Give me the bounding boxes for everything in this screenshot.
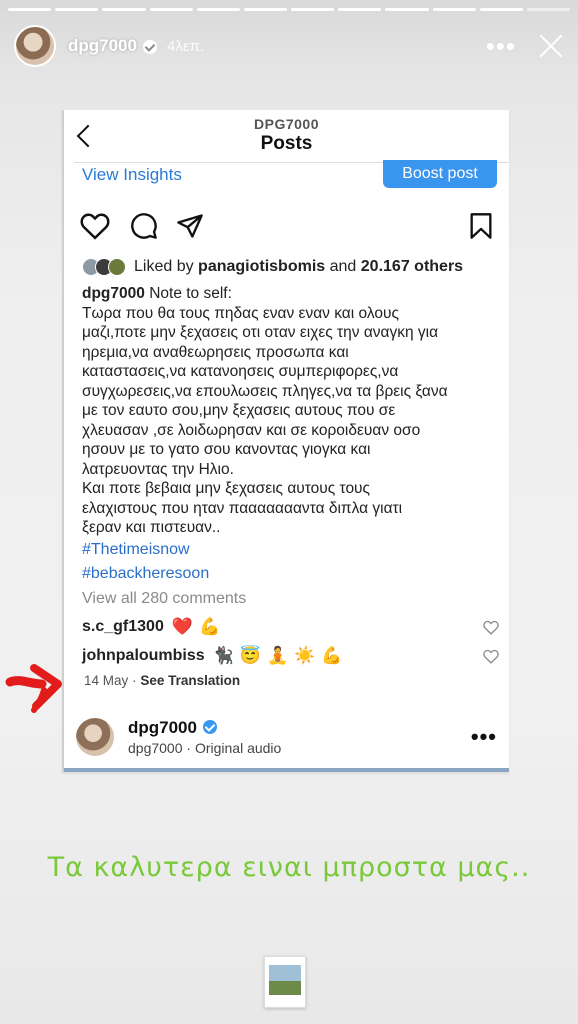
caption-line: ησουν με το γατο σου κανοντας γιογκα και — [82, 441, 371, 458]
story-text-overlay: Τα καλυτερα ειναι μπροστα μας.. — [47, 852, 531, 883]
close-icon[interactable] — [538, 33, 564, 59]
boost-post-button: Boost post — [383, 160, 497, 188]
story-header: dpg7000 4λεπ. ••• — [14, 24, 564, 68]
post-header: DPG7000 Posts — [64, 110, 509, 164]
progress-segment — [479, 8, 523, 11]
story-progress-bar — [8, 8, 571, 11]
progress-segment — [149, 8, 193, 11]
story-username[interactable]: dpg7000 — [68, 36, 137, 56]
post-meta-row: 14 May · See Translation — [84, 673, 240, 688]
likes-count: 20.167 others — [360, 258, 464, 275]
comment-emoji: 💪 — [199, 617, 221, 636]
caption-line: ηρεμια,να αναθεωρησεις προσωπα και — [82, 343, 349, 361]
see-translation-link: See Translation — [140, 673, 241, 688]
caption-line: συγχωρεσεις,να επουλωσεις πληγες,να τα β… — [82, 382, 448, 400]
comment-emoji: 💪 — [321, 646, 343, 665]
progress-segment — [432, 8, 476, 11]
caption-username: dpg7000 — [82, 285, 145, 302]
likes-prefix: Liked by — [134, 258, 194, 275]
story-actions: ••• — [486, 33, 564, 59]
post-screenshot: DPG7000 Posts View Insights Boost post L… — [62, 110, 509, 772]
likes-user: panagiotisbomis — [198, 258, 326, 275]
progress-segment — [526, 8, 571, 11]
progress-segment — [55, 8, 99, 11]
comment-like-heart-icon — [483, 649, 499, 664]
caption-line: Τωρα που θα τους πηδας εναν εναν και ολο… — [82, 304, 399, 322]
send-icon — [177, 214, 203, 238]
story-timestamp: 4λεπ. — [166, 37, 205, 55]
caption-line: μαζι,ποτε μην ξεχασεις οτι οταν ειχες τη… — [82, 324, 439, 341]
progress-segment — [338, 8, 382, 11]
comment-username: johnpaloumbiss — [82, 647, 205, 664]
audio-avatar — [76, 718, 114, 756]
audio-subtitle: dpg7000 · Original audio — [128, 740, 282, 756]
comment-emoji: ❤️ — [171, 617, 194, 636]
likes-row: Liked by panagiotisbomis and 20.167 othe… — [82, 255, 499, 279]
liker-avatars — [82, 258, 126, 276]
more-options-icon: ••• — [470, 724, 497, 749]
audio-username: dpg7000 — [128, 718, 217, 738]
caption-line: λατρευοντας την Ηλιο. — [82, 460, 234, 478]
progress-segment — [291, 8, 335, 11]
post-header-title: Posts — [260, 133, 313, 154]
post-header-username: DPG7000 — [254, 116, 319, 132]
hashtag: #bebackheresoon — [82, 564, 210, 582]
save-bookmark-icon — [470, 213, 492, 239]
comment-icon — [131, 213, 157, 239]
view-all-comments: View all 280 comments — [82, 590, 247, 607]
verified-badge-icon — [142, 40, 157, 54]
comment-username: s.c_gf1300 — [82, 618, 164, 635]
caption-line: χλευασαν ,σε λοιδωρησαν και σε κοροιδευα… — [82, 421, 421, 439]
progress-segment — [196, 8, 240, 11]
view-insights-link: View Insights — [82, 165, 182, 184]
comment-emoji: 😇 — [239, 646, 262, 665]
comment-row: s.c_gf1300 ❤️ 💪 — [82, 615, 499, 639]
comment-emoji: ☀️ — [294, 646, 316, 665]
meta-separator: · — [132, 673, 137, 688]
hashtag: #Thetimeisnow — [82, 540, 190, 558]
comment-like-heart-icon — [483, 620, 499, 635]
likes-middle: and — [329, 258, 357, 275]
caption-line: Και ποτε βεβαια μην ξεχασεις αυτους τους — [82, 480, 371, 497]
caption-line: με τον εαυτο σου,μην ξεχασεις αυτους που… — [82, 402, 396, 419]
comment-emoji: 🧘 — [267, 646, 289, 665]
caption-line: καταστασεις,να κατανοησεις συμπεριφορες,… — [82, 363, 399, 380]
progress-segment — [102, 8, 146, 11]
comment-emoji: 🐈‍⬛ — [212, 646, 234, 665]
progress-segment — [243, 8, 288, 11]
post-date: 14 May — [84, 673, 129, 688]
caption-line: ελαχιστους που ηταν παααααααντα διπλα γι… — [82, 499, 403, 517]
progress-segment — [8, 8, 52, 11]
story-viewers-thumbnail[interactable] — [264, 956, 306, 1008]
progress-segment — [385, 8, 429, 11]
audio-row: dpg7000 dpg7000 · Original audio ••• — [76, 716, 497, 760]
heart-icon — [80, 213, 110, 240]
liker-avatar — [108, 258, 126, 276]
red-arrow-icon — [5, 664, 62, 713]
verified-badge-icon — [202, 720, 217, 734]
more-options-icon[interactable]: ••• — [486, 33, 516, 59]
post-caption: dpg7000 Note to self: Τωρα που θα τους π… — [82, 284, 497, 586]
caption-first-line: Note to self: — [149, 285, 232, 302]
story-avatar[interactable] — [14, 25, 56, 67]
post-action-row — [80, 212, 493, 242]
caption-line: ξεραν και πιστευαν.. — [82, 519, 221, 536]
comment-row: johnpaloumbiss 🐈‍⬛ 😇 🧘 ☀️ 💪 — [82, 644, 499, 668]
